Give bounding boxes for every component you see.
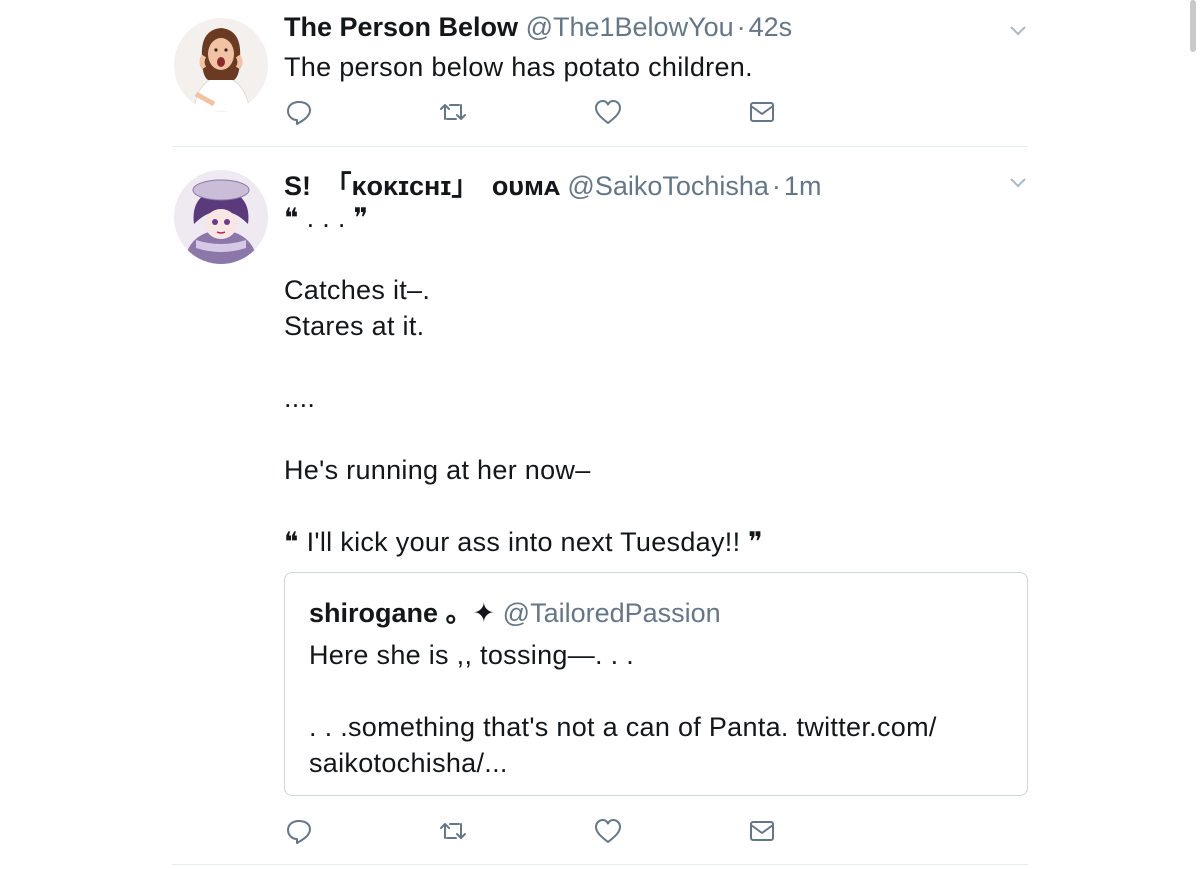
quoted-tweet-header: shirogane 。✦ @TailoredPassion bbox=[309, 591, 721, 630]
separator-dot: · bbox=[771, 171, 781, 201]
retweet-icon[interactable] bbox=[438, 97, 468, 127]
user-handle[interactable]: @The1BelowYou bbox=[526, 12, 734, 42]
chevron-down-icon[interactable] bbox=[1008, 172, 1028, 192]
quoted-user-handle: @TailoredPassion bbox=[502, 598, 721, 628]
avatar[interactable] bbox=[174, 18, 268, 112]
tweet[interactable]: S! 「ᴋᴏᴋɪᴄʜɪ」 ᴏᴜᴍᴀ @SaikoTochisha · 1m ❝ . … bbox=[172, 146, 1028, 865]
avatar[interactable] bbox=[174, 170, 268, 264]
user-handle[interactable]: @SaikoTochisha bbox=[567, 171, 769, 201]
direct-message-icon[interactable] bbox=[747, 97, 777, 127]
tweet-header: The Person Below @The1BelowYou · 42s bbox=[284, 12, 792, 43]
display-name[interactable]: The Person Below bbox=[284, 12, 518, 42]
display-name[interactable]: S! 「ᴋᴏᴋɪᴄʜɪ」 ᴏᴜᴍᴀ bbox=[284, 171, 560, 201]
like-icon[interactable] bbox=[593, 97, 623, 127]
reply-icon[interactable] bbox=[284, 816, 314, 846]
quoted-tweet[interactable]: shirogane 。✦ @TailoredPassion Here she i… bbox=[284, 572, 1028, 796]
timestamp[interactable]: 1m bbox=[784, 171, 822, 201]
quoted-tweet-text: Here she is ,, tossing—. . . . . .someth… bbox=[309, 640, 937, 778]
tweet-header: S! 「ᴋᴏᴋɪᴄʜɪ」 ᴏᴜᴍᴀ @SaikoTochisha · 1m bbox=[284, 164, 821, 203]
tweet[interactable]: The Person Below @The1BelowYou · 42s The p… bbox=[172, 0, 1028, 147]
tweet-actions bbox=[284, 97, 824, 129]
retweet-icon[interactable] bbox=[438, 816, 468, 846]
tweet-actions bbox=[284, 816, 824, 848]
timestamp[interactable]: 42s bbox=[749, 12, 793, 42]
tweet-text: ❝ . . . ❞ Catches it–. Stares at it. ...… bbox=[284, 203, 763, 557]
scrollbar[interactable] bbox=[1190, 0, 1196, 52]
direct-message-icon[interactable] bbox=[747, 816, 777, 846]
separator-dot: · bbox=[736, 12, 746, 42]
quoted-display-name: shirogane 。✦ bbox=[309, 598, 496, 628]
reply-icon[interactable] bbox=[284, 97, 314, 127]
tweet-text: The person below has potato children. bbox=[284, 52, 753, 82]
chevron-down-icon[interactable] bbox=[1008, 20, 1028, 40]
like-icon[interactable] bbox=[593, 816, 623, 846]
